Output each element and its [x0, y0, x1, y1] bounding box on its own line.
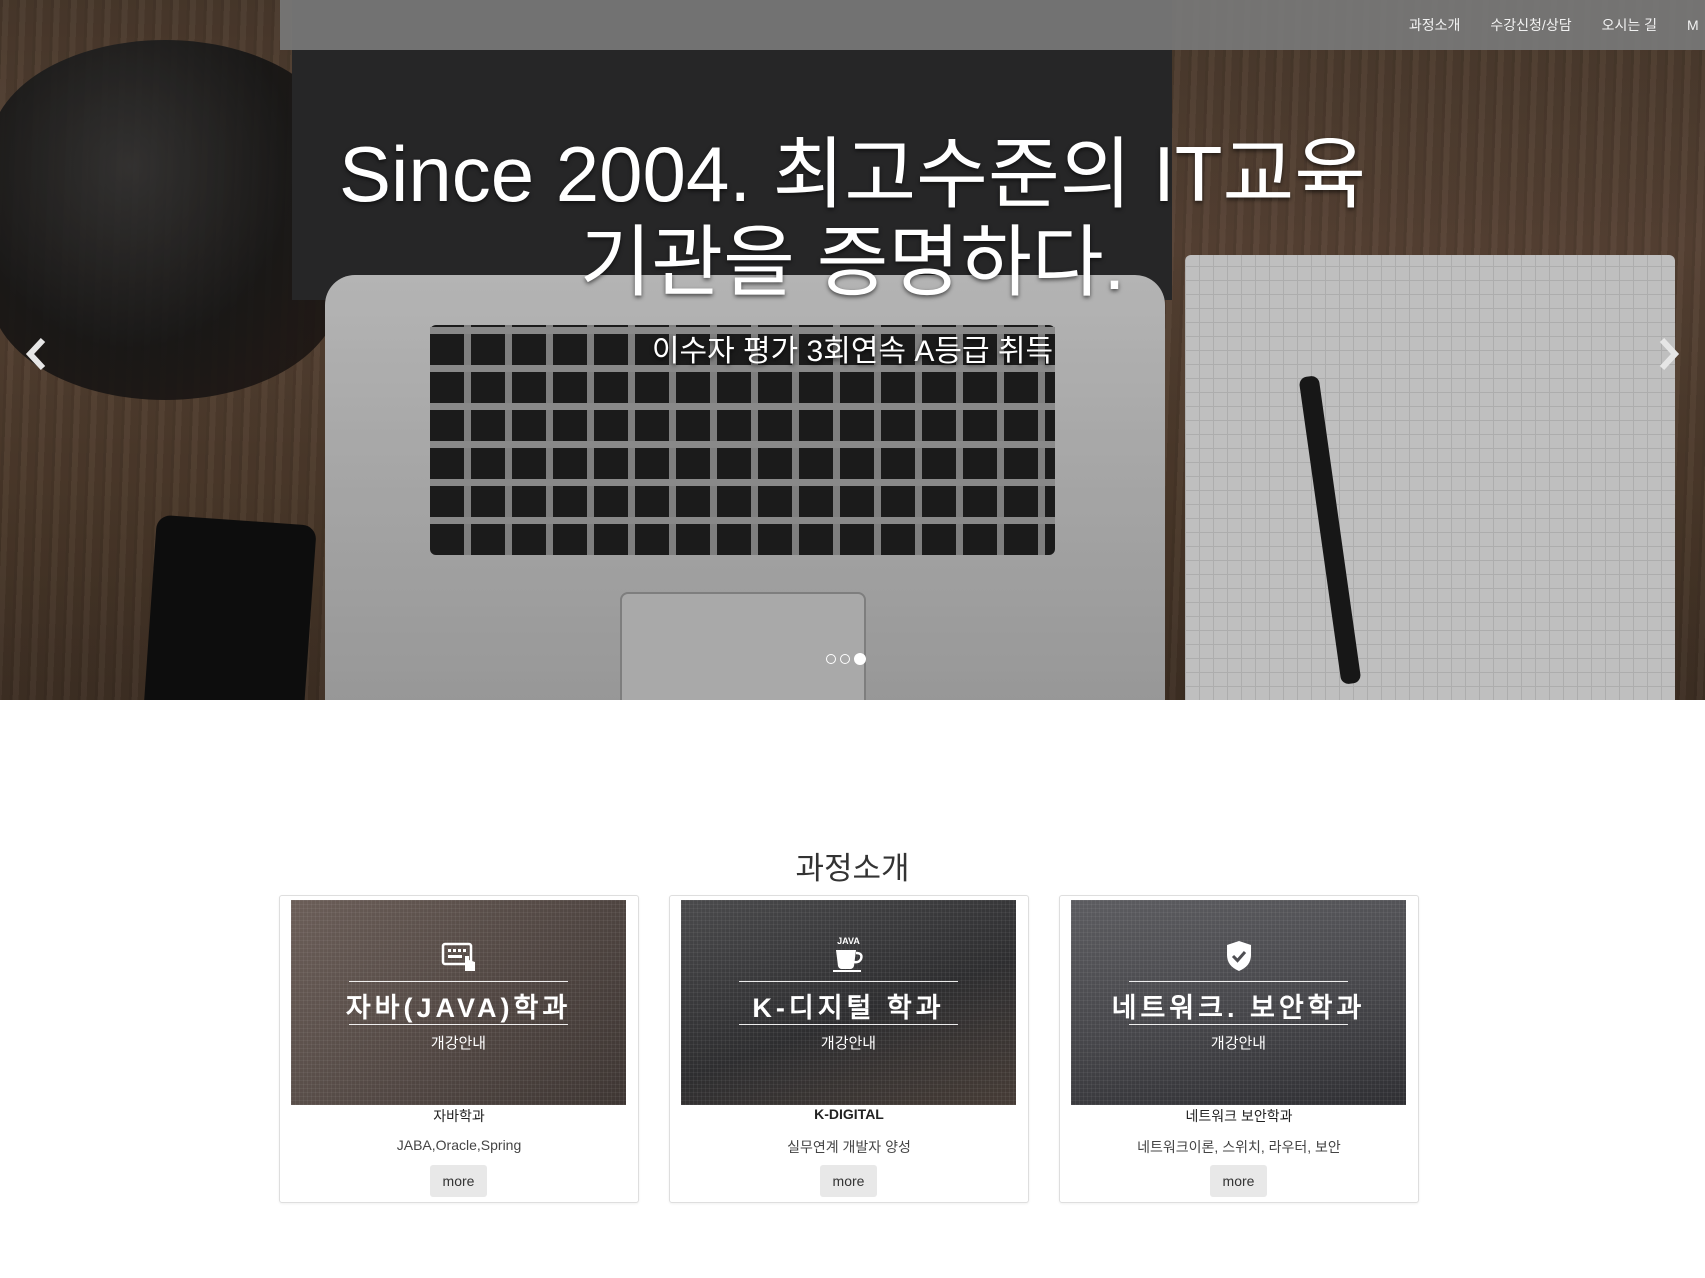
java-icon-label: JAVA	[837, 936, 860, 946]
course-name: 네트워크 보안학과	[1185, 1108, 1293, 1124]
shield-check-icon	[1071, 940, 1406, 977]
nav-item-courses[interactable]: 과정소개	[1409, 15, 1461, 35]
course-overlay-subtitle: 개강안내	[1210, 1035, 1267, 1052]
course-overlay-title: 자바(JAVA)학과	[345, 993, 572, 1023]
course-thumbnail[interactable]: JAVA K-디지털 학과 개강안내	[681, 900, 1016, 1105]
course-cards: 자바(JAVA)학과 개강안내 자바학과 JABA,Oracle,Spring …	[279, 895, 1419, 1203]
carousel-next-button[interactable]	[1649, 330, 1689, 380]
course-overlay-title: K-디지털 학과	[752, 993, 945, 1023]
carousel-prev-button[interactable]	[16, 330, 56, 380]
nav-item-directions[interactable]: 오시는 길	[1602, 15, 1657, 35]
chevron-left-icon	[25, 337, 46, 371]
carousel-indicators	[826, 653, 866, 665]
more-button[interactable]: more	[1210, 1165, 1267, 1197]
course-thumbnail[interactable]: 네트워크. 보안학과 개강안내	[1071, 900, 1406, 1105]
course-card-k-digital: JAVA K-디지털 학과 개강안내 K-DIGITAL 실무연계 개발자 양성…	[669, 895, 1029, 1203]
carousel-caption: Since 2004. 최고수준의 IT교육 기관을 증명하다. 이수자 평가 …	[0, 130, 1705, 370]
course-description: 네트워크이론, 스위치, 라우터, 보안	[1137, 1139, 1341, 1155]
chevron-right-icon	[1659, 337, 1680, 371]
hero-subtitle: 이수자 평가 3회연속 A등급 취득	[651, 335, 1054, 368]
hero-headline-line1: Since 2004. 최고수준의 IT교육	[339, 130, 1366, 218]
course-name: 자바학과	[433, 1108, 485, 1124]
hero-carousel: 과정소개 수강신청/상담 오시는 길 M Since 2004. 최고수준의 I…	[0, 0, 1705, 700]
course-thumbnail[interactable]: 자바(JAVA)학과 개강안내	[291, 900, 626, 1105]
section-title: 과정소개	[795, 851, 910, 886]
carousel-indicator-1[interactable]	[826, 654, 836, 664]
keyboard-click-icon	[291, 940, 626, 979]
carousel-indicator-2[interactable]	[840, 654, 850, 664]
course-overlay-subtitle: 개강안내	[820, 1035, 877, 1052]
course-card-java: 자바(JAVA)학과 개강안내 자바학과 JABA,Oracle,Spring …	[279, 895, 639, 1203]
top-navbar: 과정소개 수강신청/상담 오시는 길 M	[280, 0, 1705, 50]
java-coffee-icon: JAVA	[681, 936, 1016, 977]
nav-menu: 과정소개 수강신청/상담 오시는 길 M	[1409, 0, 1705, 50]
course-description: 실무연계 개발자 양성	[787, 1139, 911, 1155]
nav-item-apply[interactable]: 수강신청/상담	[1490, 15, 1571, 35]
more-button[interactable]: more	[820, 1165, 877, 1197]
course-description: JABA,Oracle,Spring	[396, 1137, 522, 1153]
hero-headline: Since 2004. 최고수준의 IT교육 기관을 증명하다.	[278, 130, 1428, 306]
more-button[interactable]: more	[430, 1165, 487, 1197]
hero-headline-line2: 기관을 증명하다.	[579, 218, 1126, 306]
nav-item-more[interactable]: M	[1687, 17, 1705, 33]
course-overlay-title: 네트워크. 보안학과	[1111, 993, 1366, 1023]
course-name: K-DIGITAL	[814, 1106, 884, 1122]
carousel-indicator-3[interactable]	[854, 653, 866, 665]
course-card-network: 네트워크. 보안학과 개강안내 네트워크 보안학과 네트워크이론, 스위치, 라…	[1059, 895, 1419, 1203]
course-overlay-subtitle: 개강안내	[430, 1035, 487, 1052]
